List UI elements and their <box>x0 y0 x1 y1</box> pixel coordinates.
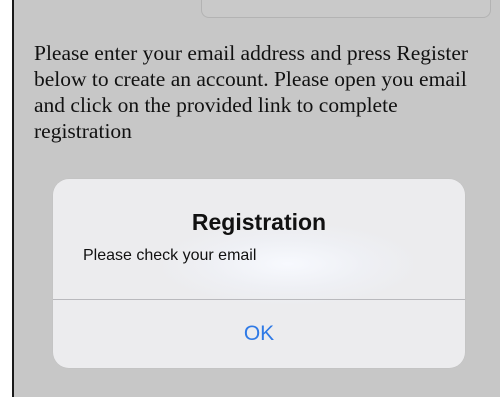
registration-alert-dialog: Registration Please check your email OK <box>53 179 465 368</box>
email-input[interactable] <box>201 0 491 18</box>
alert-title: Registration <box>191 209 327 235</box>
alert-message: Please check your email <box>83 247 257 264</box>
registration-instructions: Please enter your email address and pres… <box>34 41 469 143</box>
ok-button[interactable]: OK <box>53 300 465 368</box>
